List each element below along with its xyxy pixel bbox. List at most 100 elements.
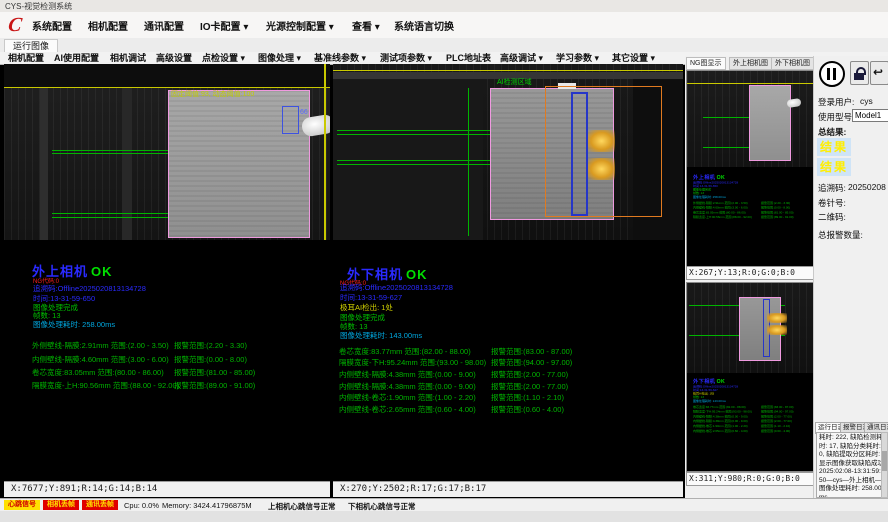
log-text: 耗时: 222, 缺陷检测耗时: 17, 缺陷分类耗时: 0, 缺陷提取分区耗时… xyxy=(816,432,888,498)
elapsed-label: 图像处理耗时: 143.00ms xyxy=(693,399,814,403)
log-panel: 运行日志 报警日志 通讯日志 耗时: 222, 缺陷检测耗时: 17, 缺陷分类… xyxy=(815,422,888,498)
thumbnail-upper[interactable]: 外上相机OK 追溯码:Offline2025020813134728 时间:13… xyxy=(686,70,814,268)
yellow-guide-line-vertical xyxy=(324,64,326,240)
model-input[interactable] xyxy=(852,109,888,122)
alarm-range-text: 报警范围:(0.60 - 4.00) xyxy=(761,429,790,433)
elapsed-label: 图像处理耗时: 258.00ms xyxy=(693,195,814,199)
thumb-tab-upper-camera[interactable]: 外上相机图 xyxy=(729,57,772,70)
measurement-text: 卷芯宽度:83.77mm 范围:(82.00 - 88.00) xyxy=(339,347,471,356)
scrollbar-thumb[interactable] xyxy=(882,451,887,471)
measurement-text: 隔膜宽度-下H:95.24mm 范围:(93.00 - 98.00) xyxy=(339,358,486,367)
measurement-row: 隔膜宽度-下H:95.24mm 范围:(93.00 - 98.00) 报警范围:… xyxy=(339,358,669,370)
total-result-label: 总结果: xyxy=(818,126,846,138)
tab-glow xyxy=(767,313,787,323)
camera-image-lower: AI检测区域 xyxy=(333,64,683,240)
undo-button[interactable]: ↩ xyxy=(870,61,888,85)
tool-plc-address[interactable]: PLC地址表 xyxy=(446,52,491,64)
app-logo-icon: C xyxy=(2,14,27,36)
tool-ai-usage-config[interactable]: AI使用配置 xyxy=(54,52,99,64)
login-user-label: 登录用户: xyxy=(818,96,854,108)
process-done-label: 图像处理完成 xyxy=(340,313,385,322)
elapsed-label: 图像处理耗时: 258.00ms xyxy=(33,320,115,329)
alarm-range-text: 报警范围:(2.20 - 3.30) xyxy=(761,201,790,205)
camera-view-upper[interactable]: 固定阈值:93, 动态阈值:100 66 外上相机OK NG代码:0 追溯码:O… xyxy=(4,64,330,481)
tool-camera-config[interactable]: 相机配置 xyxy=(8,52,44,64)
measurement-text: 内侧壁线-隔膜:4.38mm 范围:(0.00 - 9.00) xyxy=(693,419,748,423)
measurement-text: 内侧壁线-卷芯:1.90mm 范围:(1.00 - 2.20) xyxy=(693,424,748,428)
alarm-range-text: 报警范围:(1.10 - 2.10) xyxy=(761,424,790,428)
undo-arrow-icon: ↩ xyxy=(873,65,883,79)
bottom-strip xyxy=(0,511,888,522)
tool-test-params[interactable]: 测试项参数 ▾ xyxy=(380,52,432,64)
alarm-range-text: 报警范围:(81.00 - 85.00) xyxy=(174,368,255,377)
coords-footer-upper: X:7677;Y:891;R:14;G:14;B:14 xyxy=(4,481,330,497)
measurement-text: 内侧壁线-隔膜:4.38mm 范围:(0.00 - 9.00) xyxy=(339,370,476,379)
measurement-text: 外侧壁线-隔膜:2.91mm 范围:(2.00 - 3.50) xyxy=(32,341,169,350)
frame-count-label: 帧数: 13 xyxy=(340,322,368,331)
thumb-image xyxy=(687,71,813,167)
measurement-row: 内侧壁线-隔膜:4.60mm 范围:(3.00 - 6.00) 报警范围:(0.… xyxy=(32,355,322,367)
menu-light-config[interactable]: 光源控制配置 ▾ xyxy=(266,18,334,33)
menu-io-config[interactable]: IO卡配置 ▾ xyxy=(200,18,248,33)
measurement-text: 卷芯宽度:83.05mm 范围:(80.00 - 86.00) xyxy=(32,368,164,377)
thumb-tab-ng-image[interactable]: NG图显示 xyxy=(686,57,726,70)
probe-value-label: 66 xyxy=(300,109,308,116)
alarm-range-text: 报警范围:(2.00 - 77.00) xyxy=(761,419,792,423)
model-label: 使用型号: xyxy=(818,111,854,123)
measurement-text: 内侧壁线-隔膜:4.38mm 范围:(0.00 - 9.00) xyxy=(339,382,476,391)
menu-comm-config[interactable]: 通讯配置 xyxy=(144,18,184,33)
frame-count-label: 帧数: 13 xyxy=(33,311,61,320)
result-ok-label: OK xyxy=(406,267,428,282)
yellow-guide-line xyxy=(333,70,683,71)
measurement-text: 内侧壁线-隔膜:4.60mm 范围:(3.00 - 6.00) xyxy=(693,206,748,210)
thumbnail-lower[interactable]: 外下相机OK 追溯码:Offline2025020813134728 时间:13… xyxy=(686,282,814,472)
tool-other-settings[interactable]: 其它设置 ▾ xyxy=(612,52,655,64)
lock-button[interactable] xyxy=(850,61,869,85)
pause-button[interactable] xyxy=(819,61,845,87)
alarm-range-text: 报警范围:(89.00 - 91.00) xyxy=(174,381,255,390)
camera-result-title: 外下相机OK xyxy=(693,377,814,385)
tool-offline-debug[interactable]: 高级调试 ▾ xyxy=(500,52,543,64)
time-label: 时间:13-31-59-650 xyxy=(33,294,95,303)
tab-glow xyxy=(588,130,615,152)
measurement-text: 隔膜宽度-下H:95.24mm 范围:(93.00 - 98.00) xyxy=(693,410,752,414)
menu-language-switch[interactable]: 系统语言切换 xyxy=(394,18,454,33)
alarm-count-label: 总报警数量: xyxy=(818,229,863,241)
thumb-tab-lower-camera[interactable]: 外下相机图 xyxy=(771,57,814,70)
machine-beam xyxy=(333,72,683,79)
comm-drop-badge: 通讯丢帧 xyxy=(82,500,118,510)
alarm-range-text: 报警范围:(2.00 - 77.00) xyxy=(491,382,568,391)
memory-usage-label: Memory: 3424.41796875M xyxy=(162,501,252,510)
trace-code-label: 追溯码: xyxy=(818,182,846,194)
alarm-range-text: 报警范围:(81.00 - 85.00) xyxy=(761,211,794,215)
thumb-coords-upper: X:267;Y:13;R:0;G:0;B:0 xyxy=(686,266,815,280)
thumb-coords-lower: X:311;Y:980;R:0;G:0;B:0 xyxy=(686,472,815,486)
alarm-range-text: 报警范围:(94.00 - 97.00) xyxy=(491,358,572,367)
log-scrollbar[interactable] xyxy=(881,432,888,498)
tool-learn-params[interactable]: 学习参数 ▾ xyxy=(556,52,599,64)
tool-baseline-params[interactable]: 基准线参数 ▾ xyxy=(314,52,366,64)
menu-camera-config[interactable]: 相机配置 xyxy=(88,18,128,33)
qr-code-label: 二维码: xyxy=(818,211,846,223)
camera-view-lower[interactable]: AI检测区域 外下相机OK NG代码:0 追溯码:Offline20250208… xyxy=(333,64,683,481)
tool-camera-debug[interactable]: 相机调试 xyxy=(110,52,146,64)
tab-run-image[interactable]: 运行图像 xyxy=(4,39,58,53)
threshold-label: 固定阈值:93, 动态阈值:100 xyxy=(171,91,254,99)
camera-name-label: 外上相机 xyxy=(693,174,715,180)
measurement-text: 隔膜宽度-上H:90.56mm 范围:(88.00 - 92.00) xyxy=(693,215,752,219)
barcode-label: 追溯码:Offline2025020813134728 xyxy=(340,283,453,292)
measurement-text: 卷芯宽度:83.05mm 范围:(80.00 - 86.00) xyxy=(693,211,746,215)
menu-bar: C 系统配置 相机配置 通讯配置 IO卡配置 ▾ 光源控制配置 ▾ 查看 ▾ 系… xyxy=(0,12,888,39)
barcode-label: 追溯码:Offline2025020813134728 xyxy=(33,284,146,293)
alarm-range-text: 报警范围:(89.00 - 91.00) xyxy=(761,215,794,219)
result-ok-label: OK xyxy=(717,174,726,180)
menu-system-config[interactable]: 系统配置 xyxy=(32,18,72,33)
tool-image-process[interactable]: 图像处理 ▾ xyxy=(258,52,301,64)
tool-spot-check[interactable]: 点检设置 ▾ xyxy=(202,52,245,64)
measurement-text: 外侧壁线-隔膜:2.91mm 范围:(2.00 - 3.50) xyxy=(693,201,748,205)
pause-icon xyxy=(827,68,830,80)
menu-view[interactable]: 查看 ▾ xyxy=(352,18,380,33)
tool-advanced-setting[interactable]: 高级设置 xyxy=(156,52,192,64)
trace-code-value: 20250208 xyxy=(848,182,886,192)
measurement-text: 内侧壁线-卷芯:1.90mm 范围:(1.00 - 2.20) xyxy=(339,393,476,402)
